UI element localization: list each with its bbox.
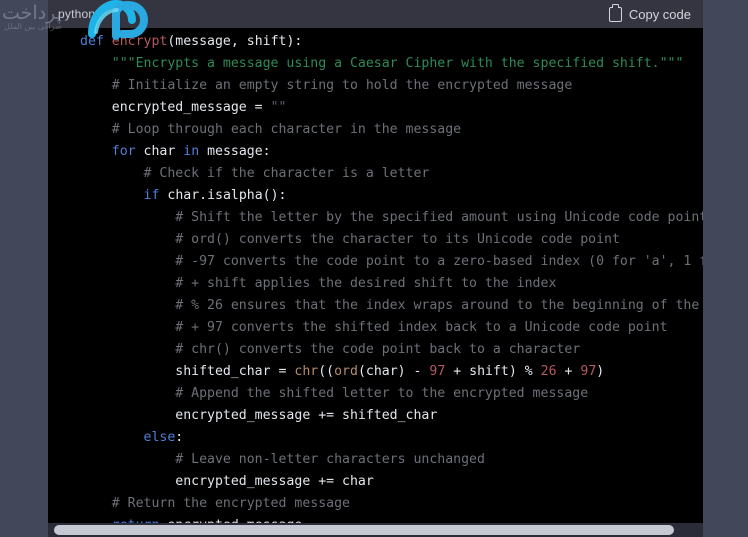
copy-code-button[interactable]: Copy code — [608, 4, 691, 22]
code-scroll-area[interactable]: def encrypt(message, shift): """Encrypts… — [48, 28, 703, 523]
clipboard-icon — [608, 4, 622, 22]
copy-code-label: Copy code — [628, 6, 691, 22]
code-block-header: python Copy code — [48, 0, 703, 28]
code-block: python Copy code def encrypt(message, sh… — [48, 0, 703, 537]
horizontal-scrollbar-thumb[interactable] — [54, 525, 674, 535]
language-label: python — [58, 7, 96, 21]
source-code[interactable]: def encrypt(message, shift): """Encrypts… — [48, 28, 703, 523]
